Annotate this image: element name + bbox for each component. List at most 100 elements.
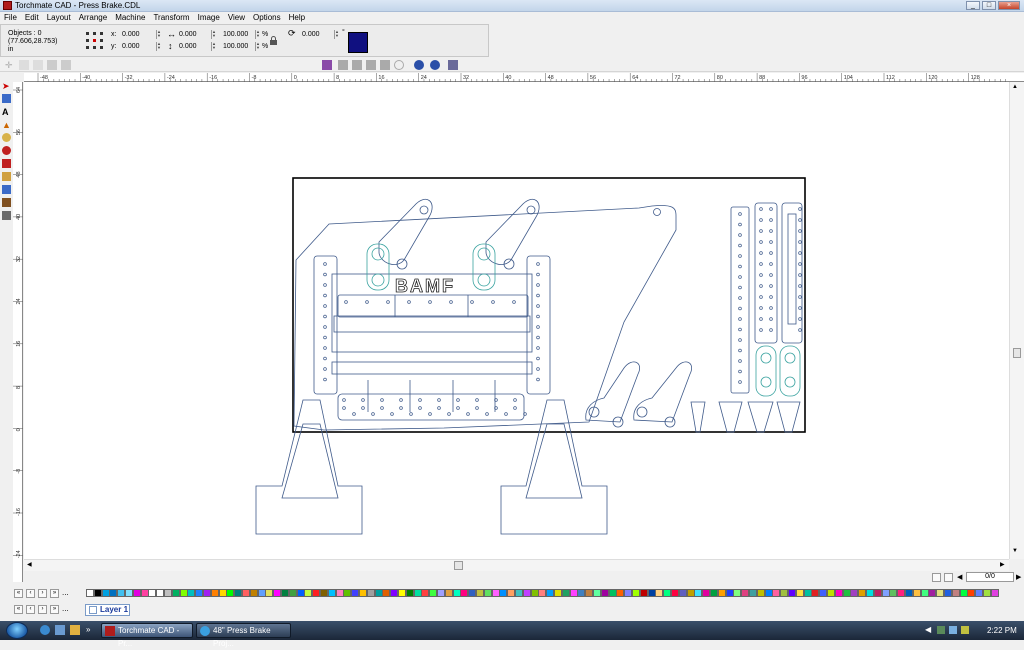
palette-last-button[interactable]: » <box>50 589 59 598</box>
taskbar-item-browser[interactable]: 48" Press Brake Proj... <box>196 623 291 648</box>
color-swatch[interactable] <box>351 589 360 597</box>
clock[interactable]: 2:22 PM <box>987 626 1017 635</box>
color-swatch[interactable] <box>281 589 289 597</box>
pick-tool-icon[interactable]: ➤ <box>2 81 11 91</box>
taskbar-item-torchmate[interactable]: Torchmate CAD - Pr... <box>101 623 193 648</box>
outline-tool-icon[interactable] <box>2 198 11 207</box>
scale-width-spinner[interactable]: ▲ ▼ <box>255 30 260 39</box>
bamf-plate-part[interactable] <box>337 294 529 318</box>
color-swatch[interactable] <box>850 589 859 597</box>
color-swatch[interactable] <box>405 589 414 597</box>
color-swatch[interactable] <box>499 589 508 597</box>
color-swatch[interactable] <box>265 589 274 597</box>
color-swatch[interactable] <box>827 589 835 597</box>
color-swatch[interactable] <box>663 589 672 597</box>
page-prev-arrow[interactable]: ◀ <box>957 573 962 581</box>
color-swatch[interactable] <box>382 589 391 597</box>
highlighted-parts[interactable] <box>366 243 801 397</box>
shape-tool-icon[interactable] <box>2 94 11 103</box>
palette-first-button[interactable]: « <box>14 589 23 598</box>
color-swatch[interactable] <box>101 589 110 597</box>
close-button[interactable]: × <box>998 1 1020 10</box>
color-swatch[interactable] <box>140 589 149 597</box>
group-icon[interactable] <box>19 60 29 70</box>
color-swatch[interactable] <box>733 589 742 597</box>
intersect-icon[interactable] <box>430 60 440 70</box>
color-swatch[interactable] <box>694 589 703 597</box>
y-field[interactable]: 0.000 <box>122 42 152 51</box>
color-swatch[interactable] <box>811 589 820 597</box>
y-spinner[interactable]: ▲ ▼ <box>156 42 161 51</box>
color-swatch[interactable] <box>632 589 640 597</box>
color-swatch[interactable] <box>86 589 94 597</box>
link-arm-right-part[interactable] <box>485 198 540 265</box>
bamf-logo-text[interactable]: BAMF <box>395 276 455 297</box>
scroll-right-arrow[interactable]: ▶ <box>1000 561 1005 568</box>
color-swatch[interactable] <box>522 589 531 597</box>
strip-1-part[interactable] <box>730 206 750 394</box>
color-swatch[interactable] <box>920 589 929 597</box>
color-swatch[interactable] <box>741 589 750 597</box>
freehand-tool-icon[interactable]: ▲ <box>2 120 11 130</box>
link-arm-left-part[interactable] <box>378 198 433 265</box>
layer-first-button[interactable]: « <box>14 605 23 614</box>
color-swatch[interactable] <box>990 589 999 597</box>
color-swatch[interactable] <box>967 589 976 597</box>
ungroup-icon[interactable] <box>33 60 43 70</box>
menu-file[interactable]: File <box>0 12 21 22</box>
menu-transform[interactable]: Transform <box>149 12 193 22</box>
color-swatch[interactable] <box>951 589 960 597</box>
color-swatch[interactable] <box>179 589 188 597</box>
layer-visibility-icon[interactable] <box>89 606 97 614</box>
color-swatch[interactable] <box>756 589 765 597</box>
color-swatch[interactable] <box>413 589 422 597</box>
drawing-canvas[interactable]: BAMF <box>24 82 1009 559</box>
security-icon[interactable] <box>961 626 969 634</box>
color-swatch[interactable] <box>803 589 812 597</box>
menu-machine[interactable]: Machine <box>111 12 149 22</box>
color-swatch[interactable] <box>203 589 211 597</box>
color-swatch[interactable] <box>210 589 219 597</box>
color-swatch[interactable] <box>171 589 180 597</box>
color-swatch[interactable] <box>702 589 711 597</box>
text-tool-icon[interactable]: A <box>2 107 11 117</box>
color-swatch[interactable] <box>187 589 196 597</box>
palette-next-button[interactable]: › <box>38 589 47 598</box>
color-swatch[interactable] <box>195 589 204 597</box>
color-swatch[interactable] <box>975 589 984 597</box>
layer-next-button[interactable]: › <box>38 605 47 614</box>
strip-3-part[interactable] <box>781 202 803 344</box>
ellipse-tool-icon[interactable] <box>2 146 11 155</box>
rotation-spinner[interactable]: ▲ ▼ <box>334 30 339 39</box>
color-swatch[interactable] <box>491 589 500 597</box>
scale-height-spinner[interactable]: ▲ ▼ <box>255 42 260 51</box>
color-swatch[interactable] <box>359 589 367 597</box>
side-plate-part[interactable] <box>293 205 677 431</box>
align-center-icon[interactable] <box>352 60 362 70</box>
lower-beam-part[interactable] <box>331 361 533 375</box>
color-swatch[interactable] <box>476 589 484 597</box>
color-swatch[interactable] <box>889 589 898 597</box>
anchor-point-icon[interactable] <box>85 31 105 51</box>
color-swatch[interactable] <box>226 589 235 597</box>
color-swatch[interactable] <box>249 589 258 597</box>
color-swatch[interactable] <box>780 589 789 597</box>
menu-view[interactable]: View <box>224 12 249 22</box>
color-swatch[interactable] <box>530 589 539 597</box>
color-swatch[interactable] <box>109 589 118 597</box>
network-icon[interactable] <box>937 626 945 634</box>
menu-edit[interactable]: Edit <box>21 12 43 22</box>
align-top-icon[interactable] <box>380 60 390 70</box>
color-swatch[interactable] <box>398 589 406 597</box>
combine-icon[interactable] <box>47 60 57 70</box>
scroll-left-arrow[interactable]: ◀ <box>27 561 32 568</box>
die-plate-part[interactable] <box>337 393 525 421</box>
palette-more-button[interactable]: ... <box>62 588 69 597</box>
color-swatch[interactable] <box>639 589 648 597</box>
volume-icon[interactable] <box>949 626 957 634</box>
rotation-field[interactable]: 0.000 <box>302 30 332 39</box>
rectangle-tool-icon[interactable] <box>2 159 11 168</box>
color-swatch[interactable] <box>234 589 243 597</box>
color-swatch[interactable] <box>327 589 336 597</box>
color-swatch[interactable] <box>671 589 679 597</box>
